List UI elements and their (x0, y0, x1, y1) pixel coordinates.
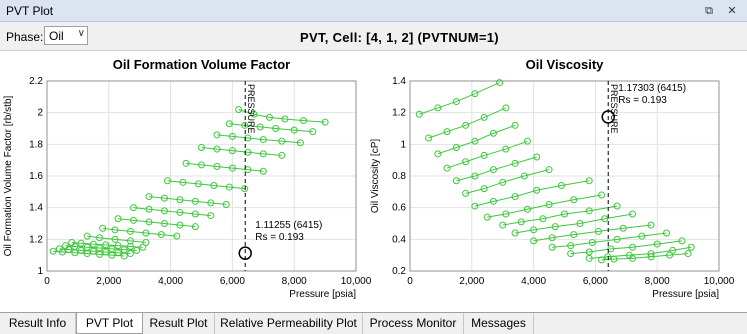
toolbar: Phase: Oil ∨ PVT, Cell: [4, 1, 2] (PVTNU… (0, 22, 747, 50)
chart-visc-x-tick-label: 4,000 (521, 276, 546, 287)
chart-fvf-x-tick-label: 0 (44, 276, 50, 287)
chart-visc-y-axis-label: Oil Viscosity [cP] (370, 139, 381, 213)
chart-visc-x-tick-label: 0 (407, 276, 413, 287)
window-title-bar: PVT Plot ⧉ ✕ (0, 0, 747, 22)
chart-fvf-title: Oil Formation Volume Factor (113, 57, 290, 72)
chart-fvf-y-tick-label: 1.8 (29, 139, 43, 150)
tab-relative-permeability-plot[interactable]: Relative Permeability Plot (215, 313, 363, 334)
chart-fvf-annotation-value: 1.11255 (6415) (255, 220, 322, 231)
chart-fvf-series-line (53, 250, 125, 257)
chart-fvf-y-tick-label: 1.2 (29, 234, 43, 245)
chart-fvf-x-tick-label: 4,000 (158, 276, 183, 287)
chart-visc-data-point (443, 164, 451, 172)
chevron-down-icon: ∨ (77, 28, 85, 39)
tab-result-plot[interactable]: Result Plot (143, 313, 215, 334)
chart-fvf-series-line (148, 196, 227, 205)
chart-fvf-pressure-label: PRESSURE (246, 84, 256, 134)
tab-messages[interactable]: Messages (464, 313, 534, 334)
tab-result-info[interactable]: Result Info (0, 313, 76, 334)
tab-process-monitor[interactable]: Process Monitor (363, 313, 464, 334)
chart-visc-annotation-rs: Rs = 0.193 (618, 95, 667, 106)
restore-icon[interactable]: ⧉ (701, 3, 717, 19)
chart-fvf-x-tick-label: 8,000 (282, 276, 307, 287)
plot-area: 0 2,000 4,000 6,000 8,000 10,000 1 1.2 1.4 1.6 1.8… (0, 50, 747, 313)
chart-visc-series-line (514, 213, 633, 234)
phase-select[interactable]: Oil ∨ (44, 26, 88, 45)
phase-label: Phase: (6, 30, 44, 44)
chart-fvf-series-line (133, 207, 211, 217)
chart-fvf-series-line (167, 180, 245, 190)
chart-visc-x-tick-label: 8,000 (645, 276, 670, 287)
tab-pvt-plot[interactable]: PVT Plot (76, 313, 143, 334)
window-title: PVT Plot (6, 4, 54, 18)
close-icon[interactable]: ✕ (724, 3, 740, 19)
chart-visc-y-tick-label: 0.2 (392, 266, 406, 277)
chart-visc-y-tick-label: 0.8 (392, 171, 406, 182)
chart-visc-data-point (545, 166, 553, 174)
chart-fvf-x-axis-label: Pressure [psia] (289, 289, 356, 300)
chart-visc-y-tick-label: 0.4 (392, 234, 406, 245)
chart-visc-y-tick-label: 1.4 (392, 76, 406, 87)
chart-fvf-y-tick-label: 1.4 (29, 203, 43, 214)
chart-visc-series-line (487, 194, 602, 218)
chart-visc-annotation-value: 1.17303 (6415) (618, 83, 686, 94)
chart-visc-title: Oil Viscosity (526, 57, 605, 72)
chart-fvf-y-tick-label: 1.6 (29, 171, 43, 182)
chart-visc-x-tick-label: 10,000 (704, 276, 735, 287)
chart-fvf-series-line (185, 162, 264, 172)
chart-fvf-series-line (118, 218, 196, 228)
chart-fvf-y-tick-label: 2.2 (29, 76, 43, 87)
chart-visc-y-tick-label: 1.2 (392, 108, 406, 119)
chart-visc-y-tick-label: 0.6 (392, 203, 406, 214)
chart-fvf-y-tick-label: 1 (37, 266, 43, 277)
chart-visc-series-line (419, 82, 500, 115)
chart-visc-x-tick-label: 2,000 (459, 276, 484, 287)
chart-visc-data-point (523, 137, 531, 145)
cell-title: PVT, Cell: [4, 1, 2] (PVTNUM=1) (300, 30, 499, 45)
tab-bar: Result Info PVT Plot Result Plot Relativ… (0, 312, 747, 334)
chart-visc-y-tick-label: 1 (400, 139, 406, 150)
chart-visc-series-line (502, 205, 618, 226)
chart-visc-data-point (434, 150, 442, 158)
chart-visc-x-axis-label: Pressure [psia] (652, 289, 719, 300)
phase-select-value: Oil (49, 29, 64, 43)
chart-fvf-x-tick-label: 10,000 (341, 276, 372, 287)
chart-fvf-x-tick-label: 6,000 (220, 276, 245, 287)
chart-fvf-x-tick-label: 2,000 (96, 276, 121, 287)
plots-canvas: 0 2,000 4,000 6,000 8,000 10,000 1 1.2 1.4 1.6 1.8… (3, 57, 735, 300)
chart-fvf-y-axis-label: Oil Formation Volume Factor [rb/stb] (3, 95, 14, 256)
chart-fvf-annotation-rs: Rs = 0.193 (255, 232, 304, 243)
chart-visc-x-tick-label: 6,000 (583, 276, 608, 287)
chart-fvf-y-tick-label: 2 (37, 108, 43, 119)
